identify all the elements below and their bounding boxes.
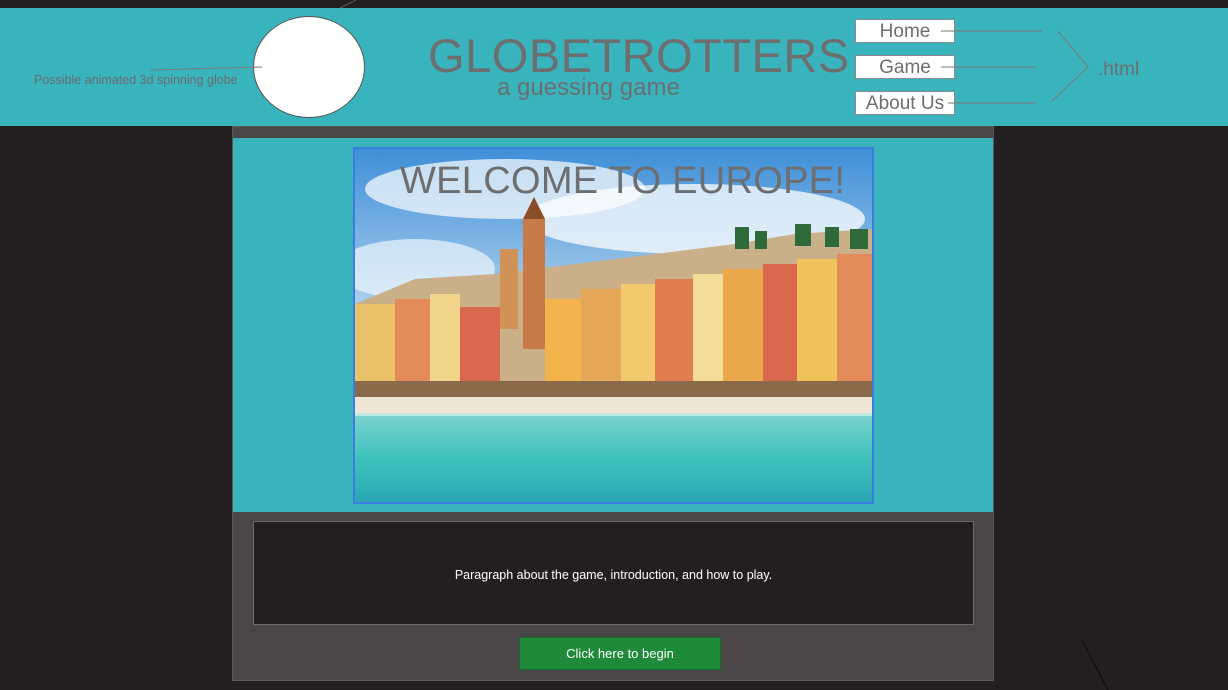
nav-about-us-button[interactable]: About Us xyxy=(855,91,955,115)
nav-game-button[interactable]: Game xyxy=(855,55,955,79)
begin-button[interactable]: Click here to begin xyxy=(519,637,721,670)
nav-home-button[interactable]: Home xyxy=(855,19,955,43)
site-subtitle: a guessing game xyxy=(497,74,680,101)
site-title: GLOBETROTTERS xyxy=(428,29,850,82)
globe-placeholder xyxy=(253,16,365,118)
html-annotation: .html xyxy=(1098,59,1140,80)
intro-paragraph: Paragraph about the game, introduction, … xyxy=(454,568,773,582)
globe-annotation: Possible animated 3d spinning globe xyxy=(34,73,238,87)
wireframe-page: Possible animated 3d spinning globe GLOB… xyxy=(0,0,1228,690)
hero-heading: WELCOME TO EUROPE! xyxy=(400,160,846,202)
